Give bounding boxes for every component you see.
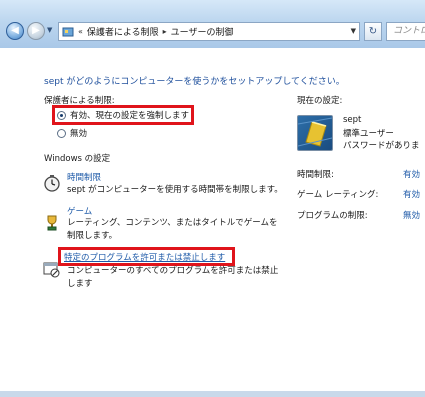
content-pane: sept がどのようにコンピューターを使うかをセットアップしてください。 保護者…: [0, 48, 425, 397]
breadcrumb-root[interactable]: «: [78, 27, 83, 36]
refresh-icon: ↻: [368, 26, 378, 37]
address-dropdown-icon[interactable]: ▼: [351, 27, 356, 35]
control-panel-icon: [62, 26, 74, 38]
setting-value-game-ratings[interactable]: 有効: [403, 188, 420, 200]
breadcrumb-user-controls[interactable]: ユーザーの制御: [171, 25, 234, 38]
programs-desc-line1: コンピューターのすべてのプログラムを許可または禁止: [67, 266, 279, 276]
programs-desc-line2: します: [67, 279, 93, 289]
refresh-button[interactable]: ↻: [364, 22, 382, 41]
trophy-icon: [43, 214, 61, 232]
current-user-name: sept: [343, 115, 362, 125]
forward-button[interactable]: ▶: [27, 22, 45, 40]
avatar: [297, 115, 333, 151]
current-user-type: 標準ユーザー: [343, 129, 394, 139]
radio-enable-label[interactable]: 有効、現在の設定を強制します: [70, 109, 189, 121]
breadcrumb-parental-controls[interactable]: 保護者による制限: [87, 25, 159, 38]
clock-icon: [43, 174, 61, 192]
recent-pages-dropdown-icon[interactable]: ▼: [47, 26, 57, 36]
programs-link[interactable]: 特定のプログラムを許可または禁止します: [64, 251, 225, 263]
setting-value-program-limits[interactable]: 無効: [403, 209, 420, 221]
windows-settings-label: Windows の設定: [44, 154, 111, 164]
setting-value-time-limits[interactable]: 有効: [403, 168, 420, 180]
setting-label-program-limits: プログラムの制限:: [297, 211, 368, 221]
setting-label-time-limits: 時間制限:: [297, 170, 334, 180]
current-settings-label: 現在の設定:: [297, 96, 343, 106]
time-limits-link[interactable]: 時間制限: [67, 171, 101, 183]
page-heading: sept がどのようにコンピューターを使うかをセットアップしてください。: [44, 77, 345, 87]
radio-disable-label[interactable]: 無効: [70, 127, 87, 139]
window-titlebar: ◀ ▶ ▼ « 保護者による制限 ▸ ユーザーの制御 ▼ ↻ コントロール: [0, 0, 425, 48]
games-desc-line1: レーティング、コンテンツ、またはタイトルでゲームを: [67, 218, 278, 228]
radio-disable[interactable]: [57, 129, 66, 138]
breadcrumb-separator-icon[interactable]: ▸: [163, 27, 167, 36]
current-user-password: パスワードがありま: [343, 141, 420, 151]
setting-label-game-ratings: ゲーム レーティング:: [297, 190, 379, 200]
games-desc-line2: 制限します。: [67, 231, 118, 241]
program-window-icon: [43, 260, 61, 278]
games-link[interactable]: ゲーム: [67, 205, 92, 217]
search-input[interactable]: コントロール: [386, 22, 425, 41]
radio-enable[interactable]: [57, 111, 66, 120]
time-limits-desc: sept がコンピューターを使用する時間帯を制限します。: [67, 185, 283, 195]
address-bar[interactable]: « 保護者による制限 ▸ ユーザーの制御 ▼: [58, 22, 360, 41]
back-button[interactable]: ◀: [6, 22, 24, 40]
